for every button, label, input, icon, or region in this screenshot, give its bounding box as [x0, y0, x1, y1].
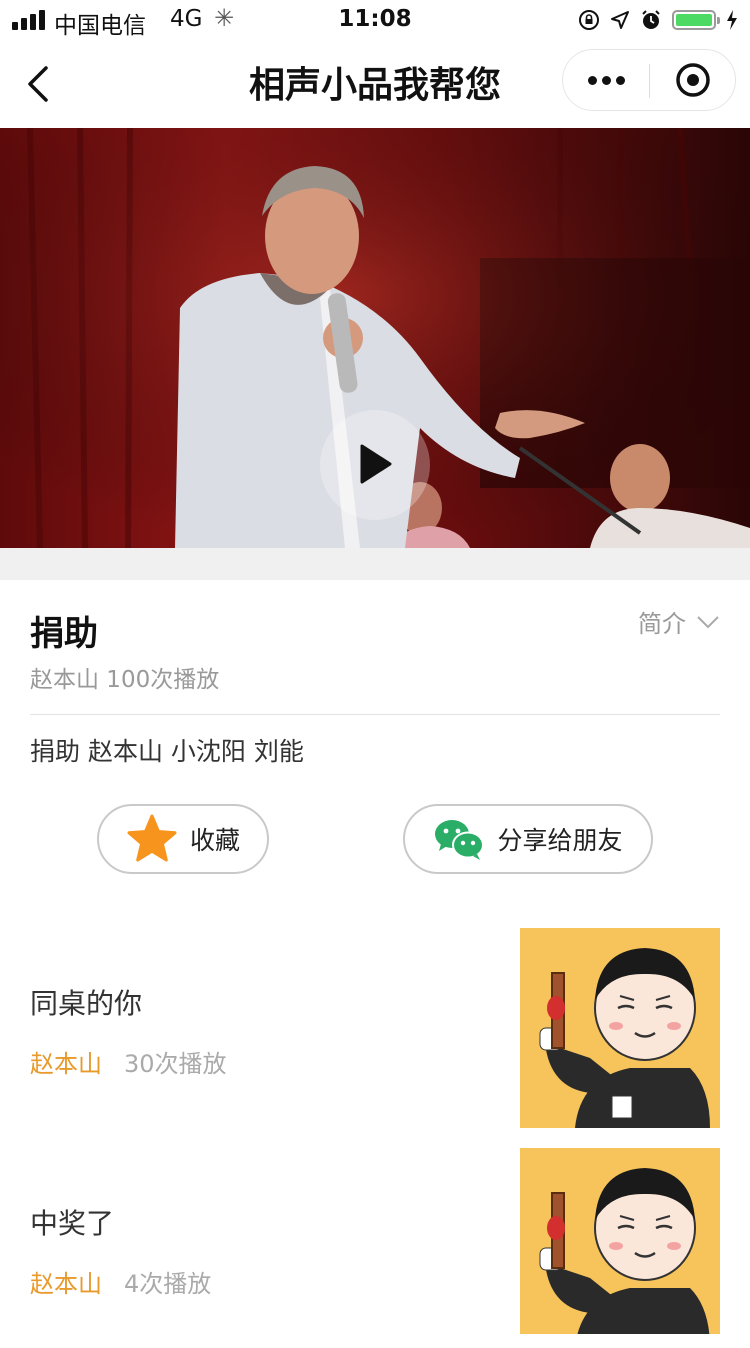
location-icon: [611, 11, 629, 29]
favorite-button[interactable]: 收藏: [97, 804, 269, 874]
navigation-bar: 相声小品我帮您: [0, 40, 750, 128]
charging-icon: [727, 10, 737, 30]
star-icon: [127, 814, 177, 862]
play-icon: [360, 444, 392, 484]
list-item-plays: 4次播放: [124, 1270, 212, 1298]
intro-toggle[interactable]: 简介: [638, 604, 720, 639]
list-item-title: 中奖了: [30, 1207, 115, 1240]
more-button[interactable]: [563, 50, 649, 110]
list-item[interactable]: 同桌的你 赵本山 30次播放: [0, 928, 750, 1128]
play-button[interactable]: [320, 410, 430, 520]
more-icon: [587, 75, 597, 85]
close-miniprogram-button[interactable]: [650, 50, 736, 110]
list-item-meta: 赵本山 30次播放: [30, 1044, 227, 1079]
cartoon-thumbnail: [520, 1148, 720, 1334]
video-title: 捐助: [30, 614, 98, 654]
video-player[interactable]: [0, 128, 750, 548]
list-item-plays: 30次播放: [124, 1050, 227, 1078]
list-item-title: 同桌的你: [30, 987, 143, 1020]
list-item-author: 赵本山: [30, 1050, 102, 1078]
target-circle-icon: [676, 63, 710, 97]
status-icons: [578, 8, 738, 32]
alarm-icon: [642, 10, 660, 29]
list-item-thumbnail: [520, 1148, 720, 1334]
wechat-icon: [435, 820, 485, 860]
battery-icon: [672, 10, 720, 30]
section-gap: [0, 548, 750, 580]
video-meta: 赵本山 100次播放: [30, 667, 220, 693]
orientation-lock-icon: [579, 10, 599, 30]
video-tags: 捐助 赵本山 小沈阳 刘能: [30, 737, 304, 766]
list-item-meta: 赵本山 4次播放: [30, 1264, 211, 1299]
list-item[interactable]: 中奖了 赵本山 4次播放: [0, 1148, 750, 1348]
divider: [30, 714, 720, 715]
share-label: 分享给朋友: [497, 826, 623, 855]
chevron-down-icon: [697, 615, 719, 628]
cartoon-thumbnail: [520, 928, 720, 1128]
favorite-label: 收藏: [189, 826, 240, 855]
list-item-thumbnail: [520, 928, 720, 1128]
share-button[interactable]: 分享给朋友: [403, 804, 653, 874]
list-item-author: 赵本山: [30, 1270, 102, 1298]
status-bar: 中国电信 4G ✳ 11:08: [0, 0, 750, 40]
intro-label: 简介: [638, 610, 686, 638]
miniprogram-capsule: [562, 49, 736, 111]
